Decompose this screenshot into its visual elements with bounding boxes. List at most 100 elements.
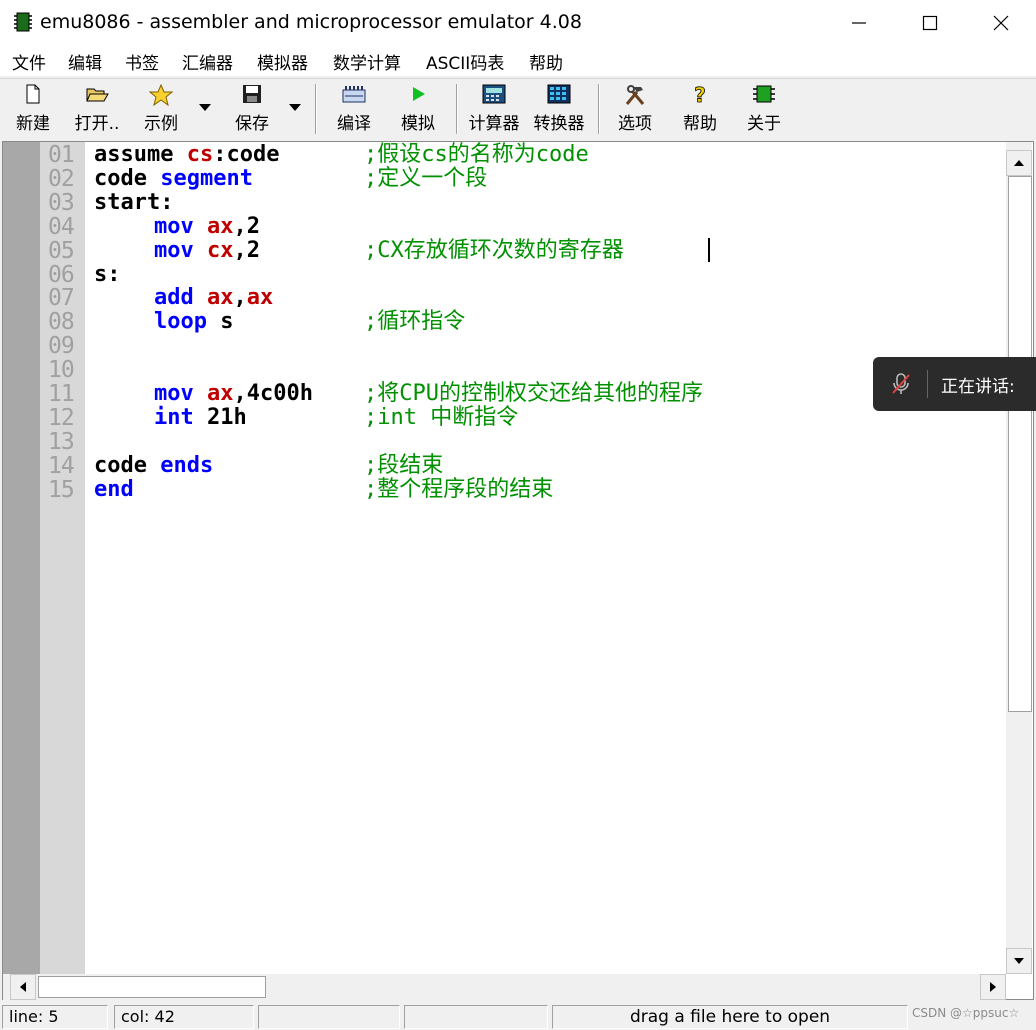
maximize-button[interactable] [895,0,965,46]
code-token: ,2 [233,213,260,239]
code-line[interactable]: mov cx,2 [154,237,260,263]
code-token: start: [94,189,174,215]
line-number: 11 [48,381,75,407]
toolbar-separator [456,84,458,134]
code-line[interactable]: mov ax,2 [154,213,260,239]
code-comment[interactable]: ;循环指令 [364,310,465,334]
code-token: s: [94,261,121,287]
status-drop-hint: drag a file here to open [552,1005,908,1029]
menu-math[interactable]: 数学计算 [333,49,401,74]
minimize-button[interactable] [824,0,894,46]
code-line[interactable]: int 21h [154,405,247,430]
options-label: 选项 [618,114,652,134]
minimize-icon [852,22,866,24]
keyword-token: mov [154,381,207,406]
keyword-token: end [94,476,134,502]
register-token: ax [246,285,274,311]
code-comment[interactable]: ;将CPU的控制权交还给其他的程序 [364,382,703,406]
status-empty-panel [404,1005,548,1029]
examples-label: 示例 [144,114,178,134]
code-line[interactable]: code segment [94,166,253,191]
line-number: 01 [48,142,75,168]
calculator-icon [482,84,506,104]
horizontal-scroll-thumb[interactable] [38,976,266,998]
code-line[interactable]: end [94,476,134,502]
code-line[interactable]: code ends [94,452,214,478]
new-label: 新建 [16,114,50,134]
close-button[interactable] [966,0,1036,46]
menu-emulator[interactable]: 模拟器 [257,49,308,74]
code-comment[interactable]: ;int 中断指令 [364,405,518,430]
bookmark-gutter[interactable] [3,142,40,974]
line-number: 10 [48,357,75,384]
emulate-button[interactable]: 模拟 [394,82,442,134]
calculator-label: 计算器 [468,114,520,134]
code-line[interactable]: mov ax,4c00h [154,382,313,406]
converter-label: 转换器 [533,114,585,134]
chip-icon [14,12,32,32]
vertical-scroll-thumb[interactable] [1008,176,1032,712]
code-token: ,4c00h [233,381,313,406]
examples-dropdown-arrow[interactable] [199,104,211,111]
line-number: 08 [48,309,75,336]
code-token: ,2 [233,237,260,263]
scroll-right-button[interactable] [980,974,1006,1000]
arrow-right-icon [990,982,996,992]
status-line: line: 5 [2,1005,108,1029]
code-line[interactable]: assume cs:code [94,143,279,167]
examples-button[interactable]: 示例 [136,82,186,134]
help-label: 帮助 [683,114,717,134]
window-title: emu8086 - assembler and microprocessor e… [40,11,582,33]
open-button[interactable]: 打开.. [68,82,126,134]
new-button[interactable]: 新建 [8,82,58,134]
code-comment[interactable]: ;整个程序段的结束 [364,477,553,502]
code-comment[interactable]: ;假设cs的名称为code [364,143,589,167]
scroll-left-button[interactable] [10,974,36,1000]
line-number: 13 [48,428,75,455]
menu-file[interactable]: 文件 [12,49,46,74]
code-line[interactable]: start: [94,189,174,215]
open-folder-icon [86,88,109,102]
calculator-button[interactable]: 计算器 [464,82,524,134]
tools-icon [625,85,645,105]
converter-icon [547,84,571,104]
line-number: 06 [48,261,75,288]
close-icon [993,15,1009,31]
arrow-up-icon [1014,160,1024,166]
menu-bookmarks[interactable]: 书签 [125,49,159,74]
svg-text:?: ? [694,84,706,106]
register-token: ax [206,381,234,406]
options-button[interactable]: 选项 [610,82,660,134]
emulate-label: 模拟 [401,114,435,134]
code-comment[interactable]: ;段结束 [364,453,443,478]
watermark: CSDN @☆ppsuc☆ [912,1006,1020,1020]
code-line[interactable]: s: [94,261,121,287]
code-token: s [220,309,234,335]
mic-muted-icon[interactable] [889,371,913,397]
save-dropdown-arrow[interactable] [289,104,301,111]
save-button[interactable]: 保存 [228,82,276,134]
line-number: 03 [48,189,75,216]
code-line[interactable]: loop s [154,310,233,334]
code-line[interactable]: add ax,ax [154,286,273,310]
code-editor[interactable] [2,141,1034,1000]
help-button[interactable]: ? 帮助 [676,82,724,134]
menu-edit[interactable]: 编辑 [68,49,102,74]
converter-button[interactable]: 转换器 [528,82,590,134]
register-token: cs [186,142,214,167]
menu-assembler[interactable]: 汇编器 [182,49,233,74]
keyword-token: mov [154,213,207,239]
scroll-down-button[interactable] [1006,948,1032,974]
keyword-token: mov [154,237,207,263]
menu-help[interactable]: 帮助 [529,49,563,74]
about-chip-icon [753,85,775,103]
about-button[interactable]: 关于 [740,82,788,134]
keyword-token: ends [160,452,214,478]
scroll-up-button[interactable] [1006,150,1032,176]
menu-ascii-table[interactable]: ASCII码表 [426,49,504,74]
line-number: 14 [48,452,75,479]
compile-button[interactable]: 编译 [330,82,378,134]
star-icon [149,84,173,106]
code-comment[interactable]: ;定义一个段 [364,166,487,191]
code-comment[interactable]: ;CX存放循环次数的寄存器 [364,238,624,263]
